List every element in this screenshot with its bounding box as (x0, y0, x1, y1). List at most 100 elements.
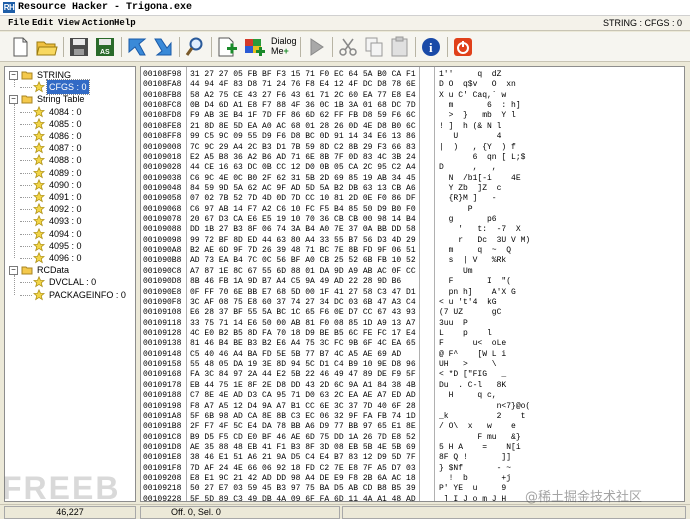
ascii-row[interactable]: X u C' Caq,` w (439, 90, 506, 101)
menu-view[interactable]: View (56, 17, 82, 30)
ascii-row[interactable]: P (439, 204, 473, 215)
hex-bytes-row[interactable]: 99 C5 9C 09 55 D9 F6 D8 BC 0D 91 14 34 E… (190, 131, 416, 142)
ascii-row[interactable]: U 4 (439, 131, 501, 142)
hex-bytes-row[interactable]: A7 87 1E 8C 67 55 6D 88 01 DA 9D A9 AB A… (190, 266, 416, 277)
ascii-row[interactable]: Y Zb ]Z c (439, 183, 502, 194)
menu-file[interactable]: File (6, 17, 32, 30)
hex-bytes-row[interactable]: AD 73 EA B4 7C 0C 56 BF A0 CB 25 52 6B F… (190, 255, 416, 266)
ascii-row[interactable]: D , , (439, 162, 497, 173)
ascii-row[interactable]: Um (439, 266, 473, 277)
menu-edit[interactable]: Edit (30, 17, 56, 30)
ascii-row[interactable]: | ) , {Y ) f (439, 142, 516, 153)
hex-bytes-row[interactable]: 33 75 71 14 E6 50 00 AB 81 F0 08 85 1D A… (190, 318, 416, 329)
hex-bytes-row[interactable]: AE 35 88 48 EB 41 F1 B3 8F 3D 08 EB 5B 4… (190, 442, 416, 453)
hex-bytes-row[interactable]: 81 46 B4 BE B3 B2 E6 A4 75 3C FC 9B 6F 4… (190, 338, 416, 349)
hex-bytes-row[interactable]: 7C 9C 29 A4 2C B3 D1 7B 59 8D C2 8B 29 F… (190, 142, 416, 153)
ascii-row[interactable]: D O q$v O xn (439, 79, 516, 90)
ascii-row[interactable]: s | V %Rk (439, 255, 507, 266)
ascii-row[interactable]: N /b1[-i 4E (439, 173, 521, 184)
hex-bytes-row[interactable]: F9 AB 3E B4 1F 7D FF 86 6D 62 FF FB D8 5… (190, 110, 416, 121)
add-image-button[interactable] (243, 36, 267, 58)
hex-bytes-row[interactable]: 5F 5D 89 C3 49 DB 4A 09 6F FA 6D 11 4A A… (190, 494, 416, 501)
exit-button[interactable] (451, 36, 475, 58)
ascii-row[interactable]: < *D ["FIG _ (439, 369, 506, 380)
hex-bytes-row[interactable]: 38 46 E1 51 A6 21 9A D5 C4 E4 B7 83 12 D… (190, 452, 416, 463)
ascii-row[interactable]: ! ] h (& N l (439, 121, 501, 132)
ascii-row[interactable]: g p6 (439, 214, 497, 225)
ascii-row[interactable]: F u< oLe (439, 338, 506, 349)
ascii-row[interactable]: 8F Q ! ]] (439, 452, 511, 463)
ascii-row[interactable]: ! b +j (439, 473, 511, 484)
hex-bytes-row[interactable]: 07 02 7B 52 7D 4D 0D 7D CC 10 81 2D 0E F… (190, 193, 416, 204)
hex-bytes-row[interactable]: 7D AF 24 4E 66 06 92 18 FD C2 7E E8 7F A… (190, 463, 416, 474)
hex-bytes-row[interactable]: 8B 46 FB 1A 9D B7 A4 C5 9A 49 AD 22 28 9… (190, 276, 401, 287)
ascii-row[interactable]: } $Nf - ~ (439, 463, 511, 474)
play-button[interactable] (304, 36, 328, 58)
ascii-row[interactable]: @ F^ [W L i (439, 349, 506, 360)
hex-bytes-row[interactable]: 3C AF 08 75 E8 60 37 74 27 34 DC 03 6B 4… (190, 297, 416, 308)
hex-bytes-row[interactable]: E6 28 37 BF 55 5A BC 1C 65 F6 0E D7 CC 6… (190, 307, 416, 318)
hex-bytes-row[interactable]: 50 27 E7 03 59 45 B3 97 75 BA D5 AB CD B… (190, 483, 416, 494)
hex-bytes-row[interactable]: FA 3C 84 97 2A 44 E2 5B 22 46 49 47 89 D… (190, 369, 416, 380)
ascii-row[interactable]: L p l (439, 328, 492, 339)
collapse-toggle-icon[interactable]: − (9, 95, 18, 105)
ascii-row[interactable]: ' t: -7 X (439, 224, 520, 235)
menu-action[interactable]: Action (80, 17, 116, 30)
ascii-row[interactable]: UH > \ (439, 359, 497, 370)
ascii-column[interactable]: 1'' q dZ D O q$v O xn X u C' Caq,` w m 6 :… (434, 67, 684, 501)
ascii-row[interactable]: n<7}@o( (439, 401, 531, 412)
hex-bytes-row[interactable]: B9 D5 F5 CD E0 BF 46 AE 6D 75 DD 1A 26 7… (190, 432, 416, 443)
hex-bytes-row[interactable]: C6 97 AB 14 F7 A2 C6 10 FC F5 B4 85 50 D… (190, 204, 416, 215)
ascii-row[interactable]: H q c, (439, 390, 497, 401)
run-script-button[interactable] (151, 36, 175, 58)
ascii-row[interactable]: < u 't'4 kG (439, 297, 497, 308)
ascii-row[interactable]: / O\ x w e (439, 421, 516, 432)
ascii-row[interactable]: m q ~ Q (439, 245, 511, 256)
hex-bytes-row[interactable]: 84 59 9D 5A 62 AC 9F AD 5D 5A B2 DB 63 1… (190, 183, 416, 194)
ascii-row[interactable]: _k 2 t (439, 411, 525, 422)
open-file-button[interactable] (35, 36, 59, 58)
dialog-merger-button[interactable]: Dialog Me+ (271, 36, 297, 56)
collapse-toggle-icon[interactable]: − (9, 266, 18, 276)
ascii-row[interactable]: 3uu P (439, 318, 468, 329)
hex-bytes-column[interactable]: 31 27 27 05 FB BF F3 15 71 F0 EC 64 5A B… (186, 67, 420, 501)
ascii-row[interactable]: P' YE u 9 (439, 483, 506, 494)
hex-bytes-row[interactable]: 31 27 27 05 FB BF F3 15 71 F0 EC 64 5A B… (190, 69, 416, 80)
ascii-row[interactable]: > } mb Y l (439, 110, 516, 121)
ascii-row[interactable]: 1'' q dZ (439, 69, 501, 80)
hex-bytes-row[interactable]: EB 44 75 1E 8F 2E D8 DD 43 2D 6C 9A A1 8… (190, 380, 416, 391)
ascii-row[interactable]: m 6 : h] (439, 100, 521, 111)
hex-bytes-row[interactable]: 4C E0 B2 B5 8D FA 70 18 D9 BE B5 6C FE F… (190, 328, 416, 339)
ascii-row[interactable]: Du . C-l 8K (439, 380, 506, 391)
add-resource-button[interactable] (215, 36, 239, 58)
ascii-row[interactable]: F mu &} (439, 432, 520, 443)
menu-help[interactable]: Help (112, 17, 138, 30)
ascii-row[interactable]: 5 H A = N[i (439, 442, 521, 453)
hex-editor-pane[interactable]: 00108F98 00108FA8 00108FB8 00108FC8 00108FD8… (140, 66, 685, 502)
hex-bytes-row[interactable]: B2 AE 6D 9F 7D 26 39 48 71 BC 7E 8B FD 9… (190, 245, 416, 256)
hex-bytes-row[interactable]: 20 67 D3 CA E6 E5 19 10 70 36 CB CB 00 9… (190, 214, 416, 225)
hex-bytes-row[interactable]: 21 8D 8E 5D EA A0 AC 68 01 28 26 0D 4E D… (190, 121, 416, 132)
find-button[interactable] (183, 36, 207, 58)
hex-bytes-row[interactable]: 5F 6B 98 AD CA 8E 8B C3 EC 06 32 9F FA F… (190, 411, 416, 422)
cut-button[interactable] (336, 36, 360, 58)
save-as-button[interactable]: AS (93, 36, 117, 58)
hex-bytes-row[interactable]: E2 A5 B8 36 A2 B6 AD 71 6E 8B 7F 0D 83 4… (190, 152, 416, 163)
save-button[interactable] (67, 36, 91, 58)
hex-bytes-row[interactable]: 0B D4 6D A1 E8 F7 88 4F 36 0C 1B 3A 01 6… (190, 100, 416, 111)
hex-bytes-row[interactable]: E8 E1 9C 21 42 AD DD 98 A4 DE E9 F8 2B 6… (190, 473, 416, 484)
hex-bytes-row[interactable]: 2F F7 4F 5C E4 DA 78 BB A6 D9 77 BB 97 6… (190, 421, 416, 432)
hex-bytes-row[interactable]: C6 9C 4E 0C B0 2F 62 31 5B 2D 69 85 19 A… (190, 173, 416, 184)
compile-button[interactable] (125, 36, 149, 58)
collapse-toggle-icon[interactable]: − (9, 71, 18, 80)
paste-button[interactable] (388, 36, 412, 58)
hex-bytes-row[interactable]: C5 40 46 A4 BA FD 5E 5B 77 B7 4C A5 AE 6… (190, 349, 401, 360)
copy-button[interactable] (362, 36, 386, 58)
hex-bytes-row[interactable]: 58 A2 75 CE 43 27 F6 43 61 71 2C 60 EA 7… (190, 90, 416, 101)
hex-bytes-row[interactable]: F8 A7 A5 12 D4 9A A7 B1 CC 6E 3C 37 7D 4… (190, 401, 416, 412)
ascii-row[interactable]: pn h] A'X G (439, 287, 516, 298)
hex-bytes-row[interactable]: 0F FF 70 6E BB E7 68 5D 00 1F 41 27 58 C… (190, 287, 416, 298)
ascii-row[interactable]: (7 UZ gC (439, 307, 501, 318)
hex-bytes-row[interactable]: 44 CE 16 63 DC 0B CC 12 D0 0B 05 CA 2C 9… (190, 162, 416, 173)
hex-bytes-row[interactable]: 55 48 05 DA 19 3E 8D 94 5C D1 C4 B9 10 9… (190, 359, 416, 370)
